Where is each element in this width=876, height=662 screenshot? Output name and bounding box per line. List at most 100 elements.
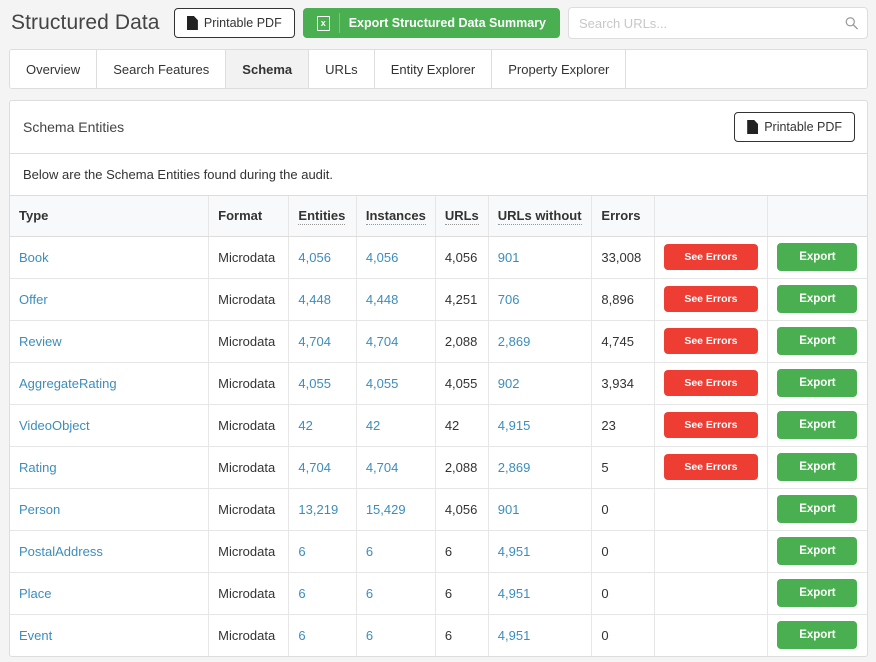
see-errors-button[interactable]: See Errors [663, 412, 758, 438]
cell-urls: 4,056 [435, 236, 489, 279]
table-row: Review Microdata 4,704 4,704 2,088 2,869 4,745… [10, 320, 867, 363]
export-button[interactable]: Export [777, 537, 858, 565]
cell-see-errors: See Errors [654, 278, 768, 321]
export-button[interactable]: Export [777, 369, 858, 397]
cell-urls-without: 4,915 [488, 404, 593, 447]
entity-type-link[interactable]: Offer [19, 292, 48, 307]
entity-type-link[interactable]: Rating [19, 460, 57, 475]
export-button[interactable]: Export [777, 579, 858, 607]
cell-instances: 15,429 [356, 488, 436, 531]
top-toolbar: Structured Data Printable PDF x Export S… [0, 0, 876, 46]
urls-without-count-link[interactable]: 4,915 [498, 418, 531, 433]
tab-entity-explorer[interactable]: Entity Explorer [374, 50, 493, 88]
see-errors-button[interactable]: See Errors [663, 454, 758, 480]
panel-printable-pdf-button[interactable]: Printable PDF [734, 112, 855, 142]
instances-count-link[interactable]: 4,055 [366, 376, 399, 391]
search-input[interactable] [568, 7, 868, 39]
cell-instances: 42 [356, 404, 436, 447]
column-label: Errors [601, 208, 641, 224]
entities-count-link[interactable]: 4,056 [298, 250, 331, 265]
printable-pdf-button[interactable]: Printable PDF [173, 8, 295, 38]
cell-urls: 42 [435, 404, 489, 447]
export-summary-label: Export Structured Data Summary [348, 15, 546, 30]
entities-count-link[interactable]: 42 [298, 418, 312, 433]
export-structured-data-summary-button[interactable]: x Export Structured Data Summary [302, 8, 560, 38]
instances-count-link[interactable]: 4,704 [366, 334, 399, 349]
urls-without-count-link[interactable]: 4,951 [498, 586, 531, 601]
tab-search-features[interactable]: Search Features [97, 50, 227, 88]
column-label: URLs [444, 208, 479, 226]
entity-type-link[interactable]: Event [19, 628, 52, 643]
cell-export: Export [767, 488, 867, 531]
tab-schema[interactable]: Schema [226, 50, 310, 88]
cell-export: Export [767, 236, 867, 279]
column-header-export-actions [767, 196, 867, 237]
instances-count-link[interactable]: 4,448 [366, 292, 399, 307]
cell-instances: 4,704 [356, 446, 436, 489]
urls-without-count-link[interactable]: 706 [498, 292, 520, 307]
entities-count-link[interactable]: 4,704 [298, 460, 331, 475]
entities-count-link[interactable]: 4,448 [298, 292, 331, 307]
urls-without-count-link[interactable]: 2,869 [498, 334, 531, 349]
urls-without-count-link[interactable]: 901 [498, 250, 520, 265]
entities-count-link[interactable]: 6 [298, 586, 305, 601]
instances-count-link[interactable]: 4,704 [366, 460, 399, 475]
see-errors-button[interactable]: See Errors [663, 244, 758, 270]
see-errors-button[interactable]: See Errors [663, 328, 758, 354]
instances-count-link[interactable]: 15,429 [366, 502, 406, 517]
entity-type-link[interactable]: Person [19, 502, 60, 517]
instances-count-link[interactable]: 6 [366, 628, 373, 643]
cell-export: Export [767, 404, 867, 447]
export-button[interactable]: Export [777, 453, 858, 481]
column-header-format[interactable]: Format [208, 196, 290, 237]
export-button[interactable]: Export [777, 285, 858, 313]
entity-type-link[interactable]: VideoObject [19, 418, 90, 433]
column-header-instances[interactable]: Instances [356, 196, 436, 237]
cell-urls: 6 [435, 572, 489, 615]
table-head: Type Format Entities Instances URLs URLs… [10, 196, 867, 237]
export-button[interactable]: Export [777, 495, 858, 523]
tab-urls[interactable]: URLs [309, 50, 375, 88]
tab-property-explorer[interactable]: Property Explorer [492, 50, 627, 88]
column-header-urls[interactable]: URLs [435, 196, 489, 237]
export-button[interactable]: Export [777, 621, 858, 650]
entity-type-link[interactable]: Book [19, 250, 49, 265]
tab-label: Entity Explorer [390, 61, 476, 77]
export-button[interactable]: Export [777, 327, 858, 355]
cell-format: Microdata [208, 236, 290, 279]
entities-count-link[interactable]: 4,704 [298, 334, 331, 349]
instances-count-link[interactable]: 6 [366, 544, 373, 559]
entities-count-link[interactable]: 13,219 [298, 502, 338, 517]
cell-format: Microdata [208, 362, 290, 405]
entity-type-link[interactable]: PostalAddress [19, 544, 103, 559]
see-errors-button[interactable]: See Errors [663, 370, 758, 396]
instances-count-link[interactable]: 42 [366, 418, 380, 433]
cell-export: Export [767, 572, 867, 615]
entities-count-link[interactable]: 4,055 [298, 376, 331, 391]
tab-label: Property Explorer [508, 61, 610, 77]
table-row: VideoObject Microdata 42 42 42 4,915 23 See Err… [10, 404, 867, 447]
urls-without-count-link[interactable]: 901 [498, 502, 520, 517]
export-button[interactable]: Export [777, 411, 858, 439]
urls-without-count-link[interactable]: 4,951 [498, 628, 531, 643]
entity-type-link[interactable]: AggregateRating [19, 376, 117, 391]
column-header-urls-without[interactable]: URLs without [488, 196, 593, 237]
table-row: Book Microdata 4,056 4,056 4,056 901 33,008 See… [10, 236, 867, 279]
see-errors-button[interactable]: See Errors [663, 286, 758, 312]
column-header-errors[interactable]: Errors [591, 196, 655, 237]
column-header-type[interactable]: Type [10, 196, 210, 237]
errors-count-text: 33,008 [601, 249, 642, 265]
entity-type-link[interactable]: Review [19, 334, 62, 349]
tab-overview[interactable]: Overview [10, 50, 98, 88]
column-header-entities[interactable]: Entities [288, 196, 357, 237]
urls-without-count-link[interactable]: 902 [498, 376, 520, 391]
errors-count-text: 23 [601, 417, 616, 433]
instances-count-link[interactable]: 6 [366, 586, 373, 601]
urls-without-count-link[interactable]: 4,951 [498, 544, 531, 559]
instances-count-link[interactable]: 4,056 [366, 250, 399, 265]
entities-count-link[interactable]: 6 [298, 544, 305, 559]
urls-without-count-link[interactable]: 2,869 [498, 460, 531, 475]
entities-count-link[interactable]: 6 [298, 628, 305, 643]
entity-type-link[interactable]: Place [19, 586, 52, 601]
export-button[interactable]: Export [777, 243, 858, 271]
